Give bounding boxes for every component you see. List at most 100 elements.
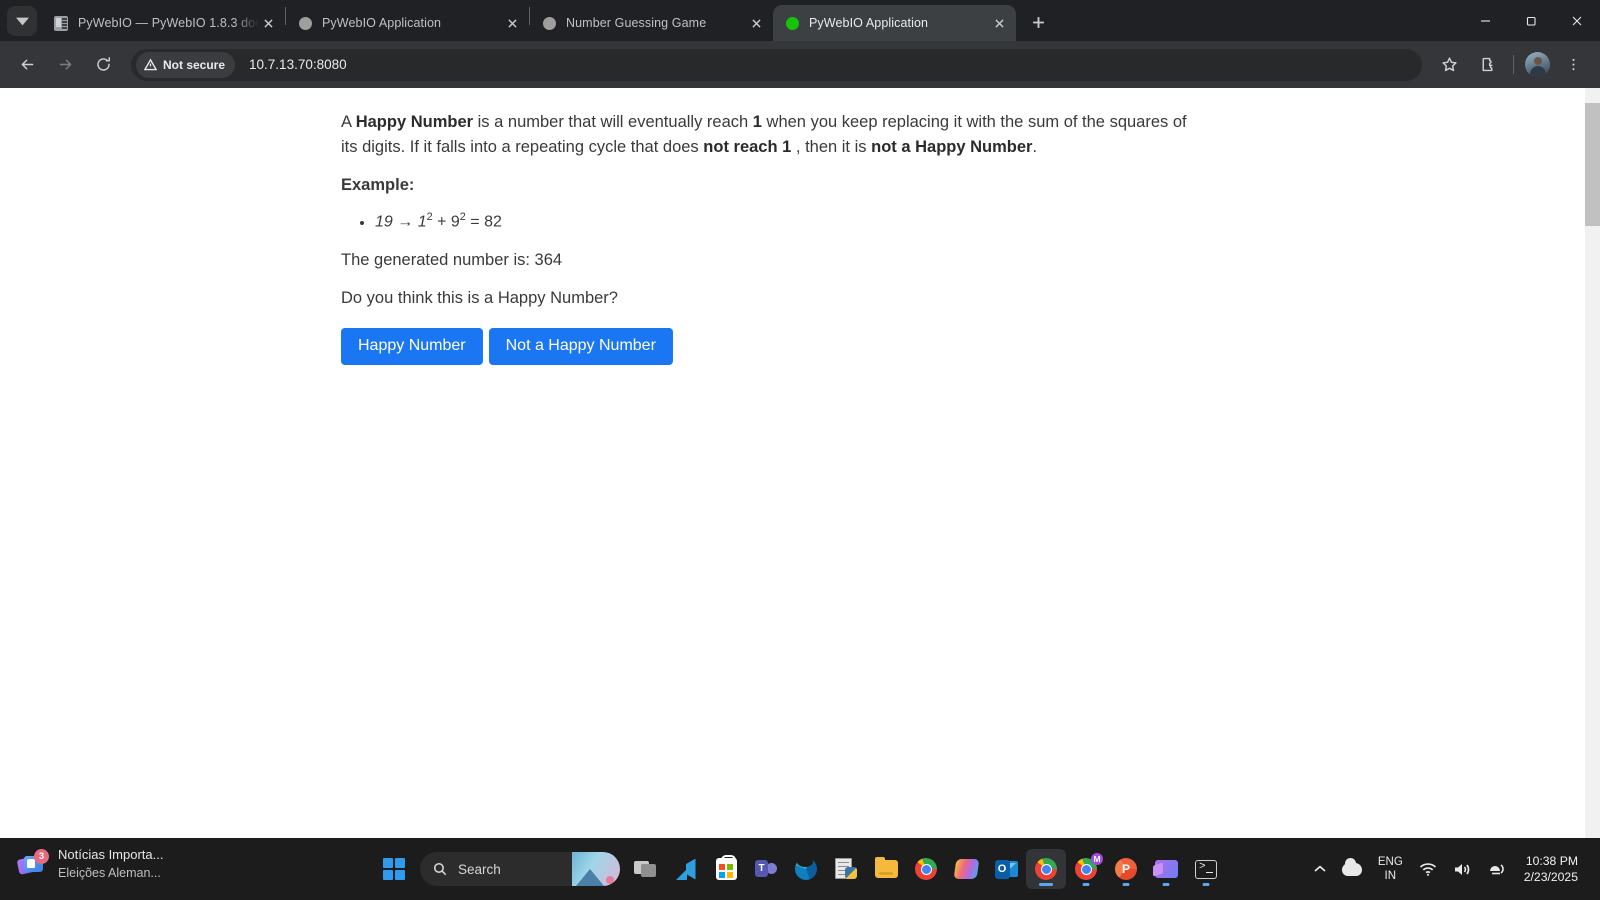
close-icon	[263, 18, 273, 28]
language-indicator[interactable]: ENG IN	[1370, 849, 1411, 889]
start-button[interactable]	[374, 849, 414, 889]
pywebio-content: A Happy Number is a number that will eve…	[0, 88, 1600, 366]
task-view-icon	[634, 857, 658, 881]
clock-button[interactable]: 10:38 PM 2/23/2025	[1516, 849, 1592, 889]
chrome-person-icon	[1035, 858, 1057, 880]
clock-time: 10:38 PM	[1525, 853, 1578, 868]
active-app-underline	[1162, 883, 1170, 886]
search-icon	[433, 862, 447, 876]
gray-dot-favicon	[297, 15, 313, 31]
taskbar-system-tray: ENG IN 10:38 PM 2/23/2025	[1306, 838, 1592, 900]
search-wallpaper-thumb	[572, 852, 620, 886]
active-app-underline	[1122, 883, 1130, 886]
tab-close-button[interactable]	[990, 14, 1008, 32]
extensions-button[interactable]	[1470, 48, 1504, 82]
taskbar-app-clipchamp[interactable]	[1146, 849, 1186, 889]
taskbar-search-box[interactable]: Search	[420, 852, 620, 886]
onedrive-button[interactable]	[1334, 849, 1370, 889]
not-a-happy-number-button[interactable]: Not a Happy Number	[488, 328, 673, 366]
reload-button[interactable]	[86, 48, 120, 82]
taskbar-app-outlook[interactable]: O	[986, 849, 1026, 889]
battery-saver-button[interactable]	[1480, 849, 1516, 889]
search-placeholder: Search	[458, 861, 501, 877]
onedrive-icon	[1341, 857, 1362, 876]
taskbar-app-microsoft-store[interactable]	[706, 849, 746, 889]
terminal-icon	[1195, 859, 1217, 879]
star-icon	[1441, 57, 1457, 72]
example-list: 19 → 12 + 92 = 82	[375, 209, 1600, 235]
volume-button[interactable]	[1445, 849, 1480, 889]
forward-button[interactable]	[48, 48, 82, 82]
address-bar[interactable]: Not secure 10.7.13.70:8080	[131, 48, 1422, 81]
scrollbar-track-top	[1585, 88, 1600, 103]
browser-tab-0[interactable]: PyWebIO — PyWebIO 1.8.3 doc	[42, 5, 285, 41]
show-hidden-icons-icon	[1314, 865, 1326, 872]
wifi-icon	[1419, 863, 1436, 876]
browser-tab-2[interactable]: Number Guessing Game	[530, 5, 773, 41]
close-icon	[751, 18, 761, 28]
taskbar-app-google-chrome[interactable]	[906, 849, 946, 889]
tab-search-button[interactable]	[7, 6, 37, 36]
window-controls	[1462, 0, 1600, 41]
profile-badge-m: M	[1091, 853, 1103, 865]
tab-close-button[interactable]	[747, 14, 765, 32]
maximize-button[interactable]	[1508, 0, 1554, 41]
show-hidden-icons-button[interactable]	[1306, 849, 1334, 889]
taskbar-app-vs-code[interactable]	[666, 849, 706, 889]
tab-close-button[interactable]	[259, 14, 277, 32]
copilot-icon	[953, 859, 979, 879]
browser-tab-3-active[interactable]: PyWebIO Application	[773, 5, 1016, 41]
battery-icon	[1489, 863, 1504, 874]
doc-favicon	[53, 15, 69, 31]
page-viewport: A Happy Number is a number that will eve…	[0, 88, 1600, 838]
close-button[interactable]	[1554, 0, 1600, 41]
taskbar-app-python-script[interactable]	[826, 849, 866, 889]
warning-triangle-icon	[144, 58, 157, 71]
browser-window: PyWebIO — PyWebIO 1.8.3 doc PyWebIO Appl…	[0, 0, 1600, 838]
active-app-underline	[1202, 883, 1210, 886]
taskbar-app-copilot[interactable]	[946, 849, 986, 889]
browser-toolbar: Not secure 10.7.13.70:8080	[0, 41, 1600, 88]
teams-icon: T	[755, 859, 777, 880]
bookmark-button[interactable]	[1432, 48, 1466, 82]
browser-tab-title: Number Guessing Game	[566, 16, 707, 30]
taskbar-app-powerpoint[interactable]: P	[1106, 849, 1146, 889]
edge-icon	[795, 857, 817, 880]
taskbar-app-task-view[interactable]	[626, 849, 666, 889]
puzzle-icon	[1482, 57, 1492, 72]
new-tab-button[interactable]	[1024, 8, 1052, 36]
tab-close-button[interactable]	[503, 14, 521, 32]
minimize-icon	[1480, 20, 1490, 22]
folder-icon	[874, 857, 898, 878]
restore-icon	[1526, 16, 1536, 26]
taskbar-app-microsoft-teams[interactable]: T	[746, 849, 786, 889]
volume-icon	[1454, 863, 1470, 875]
taskbar-app-terminal[interactable]	[1186, 849, 1226, 889]
close-icon	[1572, 16, 1582, 25]
taskbar-app-file-explorer[interactable]	[866, 849, 906, 889]
browser-tab-title: PyWebIO Application	[322, 16, 442, 30]
question-text: Do you think this is a Happy Number?	[341, 288, 618, 307]
profile-avatar[interactable]	[1525, 52, 1550, 77]
generated-number-text: The generated number is: 364	[341, 250, 563, 269]
taskbar-app-chrome-active[interactable]	[1026, 849, 1066, 889]
taskbar-app-microsoft-edge[interactable]	[786, 849, 826, 889]
chrome-menu-button[interactable]	[1556, 48, 1590, 82]
wifi-button[interactable]	[1411, 849, 1445, 889]
scrollbar-thumb[interactable]	[1585, 103, 1600, 226]
browser-tab-1[interactable]: PyWebIO Application	[286, 5, 529, 41]
green-dot-favicon	[784, 15, 800, 31]
minimize-button[interactable]	[1462, 0, 1508, 41]
chrome-icon	[915, 858, 937, 880]
language-line1: ENG	[1377, 855, 1403, 868]
back-arrow-icon	[21, 59, 33, 70]
clock-date: 2/23/2025	[1523, 870, 1578, 884]
taskbar-app-chrome-profile-m[interactable]: M	[1066, 849, 1106, 889]
clock-text: 10:38 PM 2/23/2025	[1524, 853, 1584, 886]
security-status-badge[interactable]: Not secure	[136, 51, 236, 78]
happy-number-button[interactable]: Happy Number	[341, 328, 483, 366]
active-app-underline	[1082, 883, 1090, 886]
back-button[interactable]	[10, 48, 44, 82]
page-scrollbar[interactable]	[1585, 88, 1600, 838]
toolbar-divider	[1513, 55, 1514, 74]
